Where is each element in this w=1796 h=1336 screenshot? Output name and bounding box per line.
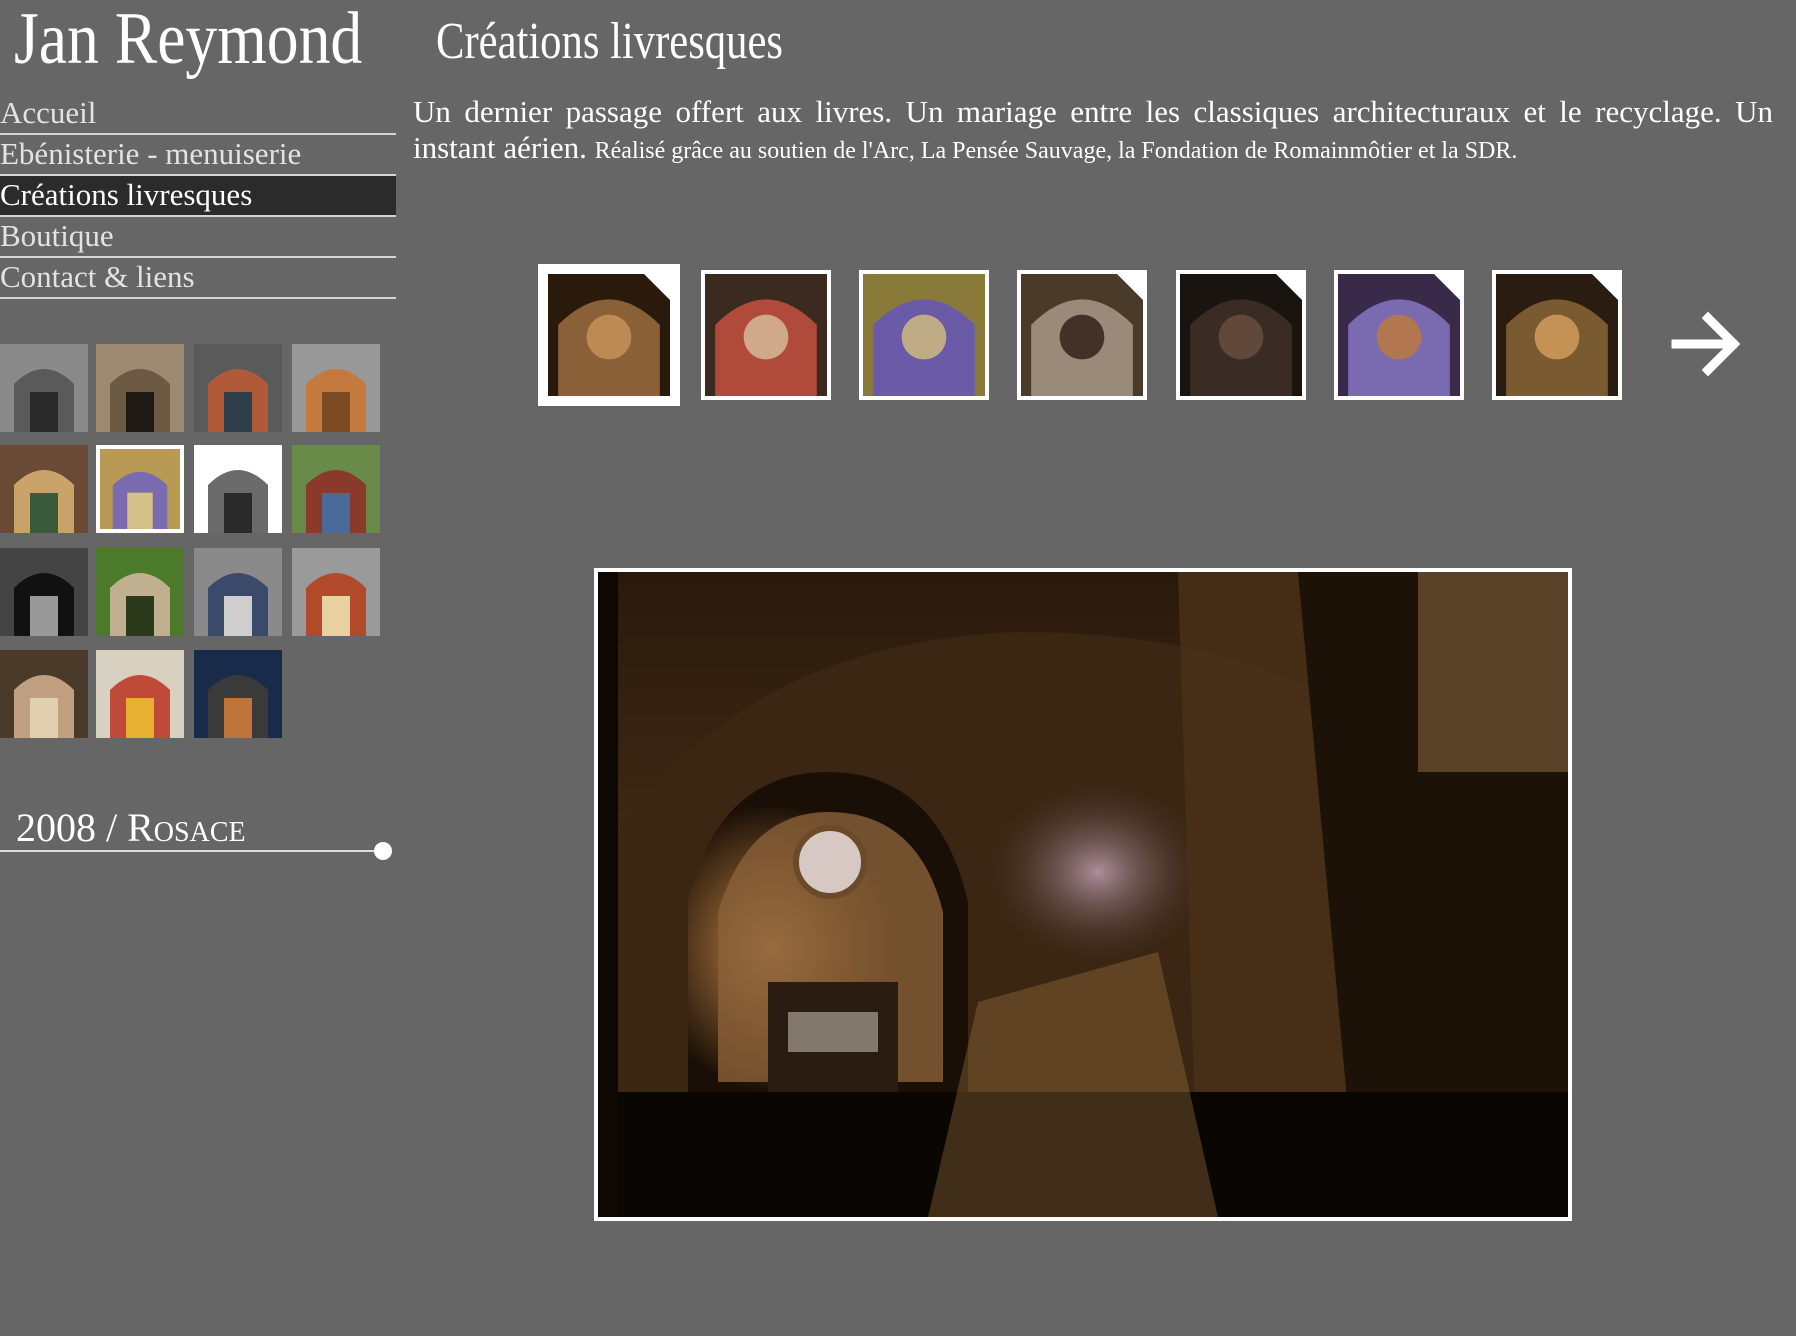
book-tree-thumb[interactable] <box>194 445 282 533</box>
twin-window-thumb[interactable] <box>96 344 184 432</box>
nav-item-creations-livresques[interactable]: Créations livresques <box>0 176 396 217</box>
rosace-angle-photo[interactable] <box>1334 270 1464 400</box>
archway-night-photo <box>598 572 1568 1217</box>
tower-night-photo[interactable] <box>1492 270 1622 400</box>
book-wall-arch-photo[interactable] <box>1017 270 1147 400</box>
description-credits: Réalisé grâce au soutien de l'Arc, La Pe… <box>594 138 1518 164</box>
page-fold-icon <box>1117 274 1143 300</box>
project-name: Rosace <box>127 805 246 850</box>
book-chaise-thumb[interactable] <box>96 650 184 738</box>
rosace-window-photo[interactable] <box>859 270 989 400</box>
project-label: 2008 / Rosace <box>16 804 246 851</box>
project-divider <box>0 850 380 852</box>
book-pile-photo[interactable] <box>701 270 831 400</box>
book-face-thumb[interactable] <box>0 650 88 738</box>
book-ceiling-thumb[interactable] <box>194 344 282 432</box>
book-sculpture-thumb[interactable] <box>96 548 184 636</box>
book-star-thumb[interactable] <box>0 548 88 636</box>
archway-night-photo[interactable] <box>538 264 680 406</box>
night-house-thumb[interactable] <box>194 650 282 738</box>
page-fold-icon <box>1276 274 1302 300</box>
nav-item-boutique[interactable]: Boutique <box>0 217 396 258</box>
page-fold-icon <box>1434 274 1460 300</box>
right-arrow-icon <box>1671 311 1741 377</box>
visitors-photo[interactable] <box>1176 270 1306 400</box>
main-photo[interactable] <box>594 568 1572 1221</box>
main-nav: Accueil Ebénisterie - menuiserie Créatio… <box>0 94 396 299</box>
slider-dot[interactable] <box>374 842 392 860</box>
book-bench-thumb[interactable] <box>292 344 380 432</box>
page-fold-icon <box>1592 274 1618 300</box>
nav-item-accueil[interactable]: Accueil <box>0 94 396 135</box>
rosace-thumb[interactable] <box>96 445 184 533</box>
book-column-thumb[interactable] <box>292 548 380 636</box>
book-wall-thumb[interactable] <box>0 445 88 533</box>
site-title[interactable]: Jan Reymond <box>14 2 362 76</box>
section-title: Créations livresques <box>436 13 783 70</box>
stone-window-thumb[interactable] <box>0 344 88 432</box>
book-figures-thumb[interactable] <box>194 548 282 636</box>
project-description: Un dernier passage offert aux livres. Un… <box>413 94 1773 169</box>
nav-item-contact[interactable]: Contact & liens <box>0 258 396 299</box>
nav-item-ebenisterie[interactable]: Ebénisterie - menuiserie <box>0 135 396 176</box>
next-arrow-button[interactable] <box>1670 306 1746 382</box>
page: Jan Reymond Créations livresques Accueil… <box>0 0 1796 1336</box>
page-fold-icon <box>644 274 670 300</box>
book-gate-thumb[interactable] <box>292 445 380 533</box>
project-year: 2008 <box>16 805 96 850</box>
project-separator: / <box>106 805 118 850</box>
